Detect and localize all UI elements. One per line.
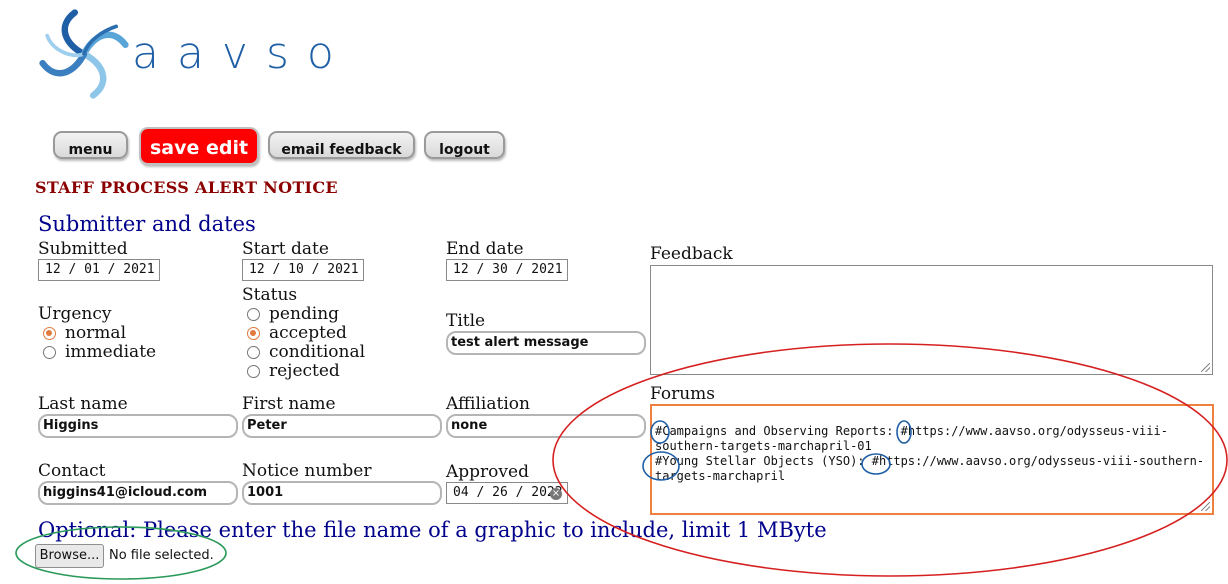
last-name-input[interactable]: Higgins: [38, 414, 238, 438]
section-heading: Submitter and dates: [38, 212, 256, 236]
status-rejected-radio[interactable]: [247, 365, 260, 378]
urgency-label: Urgency: [38, 304, 112, 324]
resize-grip-icon[interactable]: [1201, 502, 1210, 511]
status-conditional-radio[interactable]: [247, 346, 260, 359]
feedback-textarea[interactable]: [650, 265, 1213, 375]
urgency-immediate-label: immediate: [65, 342, 157, 362]
submitted-label: Submitted: [38, 239, 128, 259]
menu-button[interactable]: menu: [53, 131, 128, 159]
end-date-field[interactable]: 12 / 30 / 2021: [446, 259, 568, 281]
last-name-label: Last name: [38, 394, 128, 414]
file-status-text: No file selected.: [109, 548, 214, 563]
save-edit-button[interactable]: save edit: [139, 127, 259, 165]
affiliation-label: Affiliation: [446, 394, 530, 414]
title-label: Title: [446, 311, 486, 331]
aavso-logo-icon: [39, 9, 129, 99]
forums-label: Forums: [650, 384, 716, 404]
resize-grip-icon[interactable]: [1201, 363, 1210, 372]
upload-prompt: Optional: Please enter the file name of …: [38, 518, 827, 542]
email-feedback-button[interactable]: email feedback: [268, 131, 415, 159]
logout-button[interactable]: logout: [424, 131, 505, 159]
notice-number-label: Notice number: [242, 461, 372, 481]
clear-date-icon[interactable]: ×: [550, 488, 562, 500]
status-accepted-label: accepted: [269, 323, 347, 343]
status-label: Status: [242, 285, 298, 305]
urgency-normal-label: normal: [65, 323, 127, 343]
first-name-input[interactable]: Peter: [242, 414, 442, 438]
urgency-immediate-radio[interactable]: [43, 346, 56, 359]
page-title: STAFF PROCESS ALERT NOTICE: [35, 178, 338, 197]
browse-button[interactable]: Browse...: [35, 544, 104, 568]
urgency-normal-radio[interactable]: [43, 327, 56, 340]
status-pending-radio[interactable]: [247, 308, 260, 321]
submitted-date-field[interactable]: 12 / 01 / 2021: [38, 259, 160, 281]
status-conditional-label: conditional: [269, 342, 366, 362]
affiliation-input[interactable]: none: [446, 414, 646, 438]
end-date-label: End date: [446, 239, 524, 259]
start-date-label: Start date: [242, 239, 329, 259]
status-accepted-radio[interactable]: [247, 327, 260, 340]
first-name-label: First name: [242, 394, 336, 414]
forums-textarea[interactable]: #Campaigns and Observing Reports: #https…: [650, 404, 1214, 515]
status-pending-label: pending: [269, 304, 340, 324]
contact-input[interactable]: higgins41@icloud.com: [38, 481, 238, 505]
start-date-field[interactable]: 12 / 10 / 2021: [242, 259, 364, 281]
contact-label: Contact: [38, 461, 106, 481]
feedback-label: Feedback: [650, 244, 733, 264]
forums-text: #Campaigns and Observing Reports: #https…: [655, 424, 1205, 483]
notice-number-input[interactable]: 1001: [242, 481, 442, 505]
title-input[interactable]: test alert message: [446, 331, 646, 355]
approved-label: Approved: [446, 462, 529, 482]
status-rejected-label: rejected: [269, 361, 340, 381]
aavso-logo-text: aavso: [132, 28, 352, 79]
